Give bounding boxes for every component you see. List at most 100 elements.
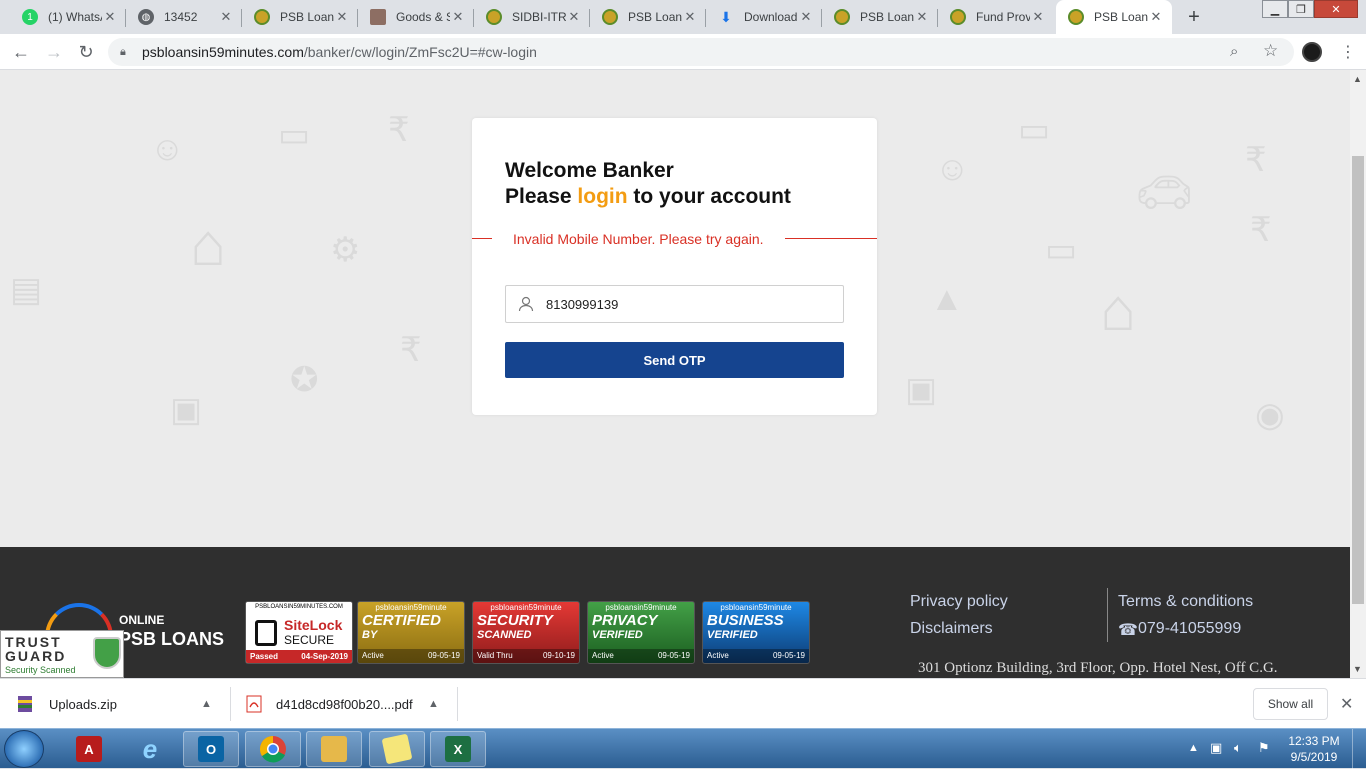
- tab-title: PSB Loans: [1094, 10, 1148, 24]
- tab-close-icon[interactable]: ✕: [914, 9, 930, 25]
- scroll-down-icon[interactable]: ▼: [1353, 664, 1362, 674]
- psb-icon: [834, 9, 850, 25]
- tab-title: PSB Loans: [860, 10, 914, 24]
- excel-icon: X: [445, 736, 471, 762]
- badge-status: Active: [362, 651, 384, 660]
- phone-number[interactable]: 079-41055999: [1138, 620, 1241, 638]
- address-bar[interactable]: 🔒︎ psbloansin59minutes.com/banker/cw/log…: [108, 38, 1294, 66]
- show-desktop-button[interactable]: [1352, 729, 1366, 769]
- send-otp-button[interactable]: Send OTP: [505, 342, 844, 378]
- security-scanned-badge[interactable]: psbloansin59minute SECURITY SCANNED Vali…: [472, 601, 580, 664]
- back-button[interactable]: ←: [9, 40, 33, 64]
- system-clock[interactable]: 12:33 PM 9/5/2019: [1284, 733, 1344, 765]
- volume-muted-icon[interactable]: 🔈︎: [1234, 740, 1242, 756]
- phone-icon: ☎: [1118, 622, 1138, 639]
- tab-13452[interactable]: ◍ 13452 ✕: [126, 0, 242, 34]
- badge-footer: Active 09-05-19: [588, 649, 694, 663]
- tab-close-icon[interactable]: ✕: [1148, 9, 1164, 25]
- person-bg-icon: ☺: [935, 150, 970, 188]
- tab-psb-loans[interactable]: PSB Loans ✕: [242, 0, 358, 34]
- trustguard-seal[interactable]: TRUST GUARD Security Scanned: [0, 630, 124, 678]
- taskbar-internet-explorer[interactable]: e: [122, 731, 178, 767]
- download-item-pdf[interactable]: d41d8cd98f00b20....pdf ▲: [246, 687, 446, 721]
- start-button[interactable]: [4, 730, 44, 768]
- disclaimers-link[interactable]: Disclaimers: [910, 620, 993, 638]
- tab-goods-services[interactable]: Goods & Services ✕: [358, 0, 474, 34]
- page-scrollbar[interactable]: ▲ ▼: [1350, 70, 1366, 678]
- taskbar-outlook[interactable]: O: [183, 731, 239, 767]
- tab-close-icon[interactable]: ✕: [102, 9, 118, 25]
- tray-expand-icon[interactable]: ▲: [1188, 742, 1199, 754]
- badge-date: 09-05-19: [772, 651, 805, 660]
- mobile-field[interactable]: [505, 285, 844, 323]
- taskbar-chrome[interactable]: [245, 731, 301, 767]
- business-verified-badge[interactable]: psbloansin59minute BUSINESS VERIFIED Act…: [702, 601, 810, 664]
- network-icon[interactable]: ▣: [1210, 740, 1222, 756]
- bag-bg-icon: ▣: [170, 391, 203, 429]
- download-icon: ⬇: [720, 8, 732, 25]
- tab-close-icon[interactable]: ✕: [334, 9, 350, 25]
- sitelock-badge[interactable]: PSBLOANSIN59MINUTES.COM SiteLock SECURE …: [245, 601, 353, 664]
- scroll-thumb[interactable]: [1352, 156, 1364, 604]
- taskbar-file-explorer[interactable]: [306, 731, 362, 767]
- whatsapp-icon: 1: [22, 9, 38, 25]
- taskbar-acrobat[interactable]: A: [61, 731, 117, 767]
- scroll-up-icon[interactable]: ▲: [1353, 74, 1362, 84]
- close-downloads-icon[interactable]: ✕: [1340, 694, 1353, 714]
- forward-button[interactable]: →: [42, 40, 66, 64]
- action-center-icon[interactable]: ⚑: [1258, 740, 1270, 756]
- tab-close-icon[interactable]: ✕: [1030, 9, 1046, 25]
- certified-badge[interactable]: psbloansin59minute CERTIFIED BY Active 09…: [357, 601, 465, 664]
- badge-status: Active: [707, 651, 729, 660]
- badge-footer: Passed 04-Sep-2019: [246, 650, 352, 663]
- tab-psb-loans-active[interactable]: PSB Loans ✕: [1056, 0, 1172, 34]
- show-all-button[interactable]: Show all: [1253, 688, 1328, 720]
- tab-title: Goods & Services: [396, 10, 450, 24]
- tab-sidbi-itr[interactable]: SIDBI-ITR ✕: [474, 0, 590, 34]
- download-separator: [230, 687, 231, 721]
- tab-close-icon[interactable]: ✕: [682, 9, 698, 25]
- chevron-up-icon[interactable]: ▲: [428, 698, 439, 710]
- clock-time: 12:33 PM: [1288, 734, 1340, 748]
- privacy-policy-link[interactable]: Privacy policy: [910, 593, 1008, 611]
- tab-download[interactable]: ⬇ Download ✕: [706, 0, 822, 34]
- account-text: to your account: [633, 185, 791, 208]
- maximize-button[interactable]: ❐: [1288, 0, 1314, 18]
- terms-link[interactable]: Terms & conditions: [1118, 593, 1253, 611]
- taskbar-excel[interactable]: X: [430, 731, 486, 767]
- tab-title: Download: [744, 10, 798, 24]
- internet-explorer-icon: e: [142, 733, 158, 764]
- tab-whatsapp[interactable]: 1 (1) WhatsApp ✕: [10, 0, 126, 34]
- reload-button[interactable]: ↻: [74, 40, 98, 64]
- chevron-up-icon[interactable]: ▲: [201, 698, 212, 710]
- tab-title: Fund Provider: [976, 10, 1030, 24]
- chrome-icon: [259, 735, 286, 763]
- house-bg-icon: ⌂: [1100, 276, 1137, 343]
- login-subheading: Please login to your account: [505, 184, 791, 210]
- tab-fund-provider[interactable]: Fund Provider ✕: [938, 0, 1054, 34]
- download-item-zip[interactable]: Uploads.zip ▲: [17, 687, 217, 721]
- psb-icon: [602, 9, 618, 25]
- privacy-verified-badge[interactable]: psbloansin59minute PRIVACY VERIFIED Acti…: [587, 601, 695, 664]
- badge-subtitle: VERIFIED: [592, 629, 643, 641]
- minimize-button[interactable]: ▁: [1262, 0, 1288, 18]
- zoom-icon[interactable]: ⌕: [1230, 43, 1238, 60]
- tab-close-icon[interactable]: ✕: [798, 9, 814, 25]
- menu-icon[interactable]: ⋮: [1340, 42, 1356, 62]
- tab-title: 13452: [164, 10, 198, 24]
- window-close-button[interactable]: ✕: [1314, 0, 1358, 18]
- tab-psb-loans-2[interactable]: PSB Loans ✕: [590, 0, 706, 34]
- tab-psb-loans-3[interactable]: PSB Loans ✕: [822, 0, 938, 34]
- tab-close-icon[interactable]: ✕: [218, 9, 234, 25]
- tab-close-icon[interactable]: ✕: [450, 9, 466, 25]
- bookmark-star-icon[interactable]: ☆: [1263, 41, 1278, 61]
- profile-avatar[interactable]: [1302, 42, 1322, 62]
- rupee-bg-icon: ₹: [1250, 211, 1272, 249]
- tab-strip: 1 (1) WhatsApp ✕ ◍ 13452 ✕ PSB Loans ✕ G…: [0, 0, 1366, 34]
- lock-icon[interactable]: 🔒︎: [120, 46, 134, 59]
- mobile-number-input[interactable]: [546, 296, 826, 312]
- new-tab-button[interactable]: +: [1181, 4, 1207, 30]
- tab-close-icon[interactable]: ✕: [566, 9, 582, 25]
- taskbar-sticky-notes[interactable]: [369, 731, 425, 767]
- psb-icon: [950, 9, 966, 25]
